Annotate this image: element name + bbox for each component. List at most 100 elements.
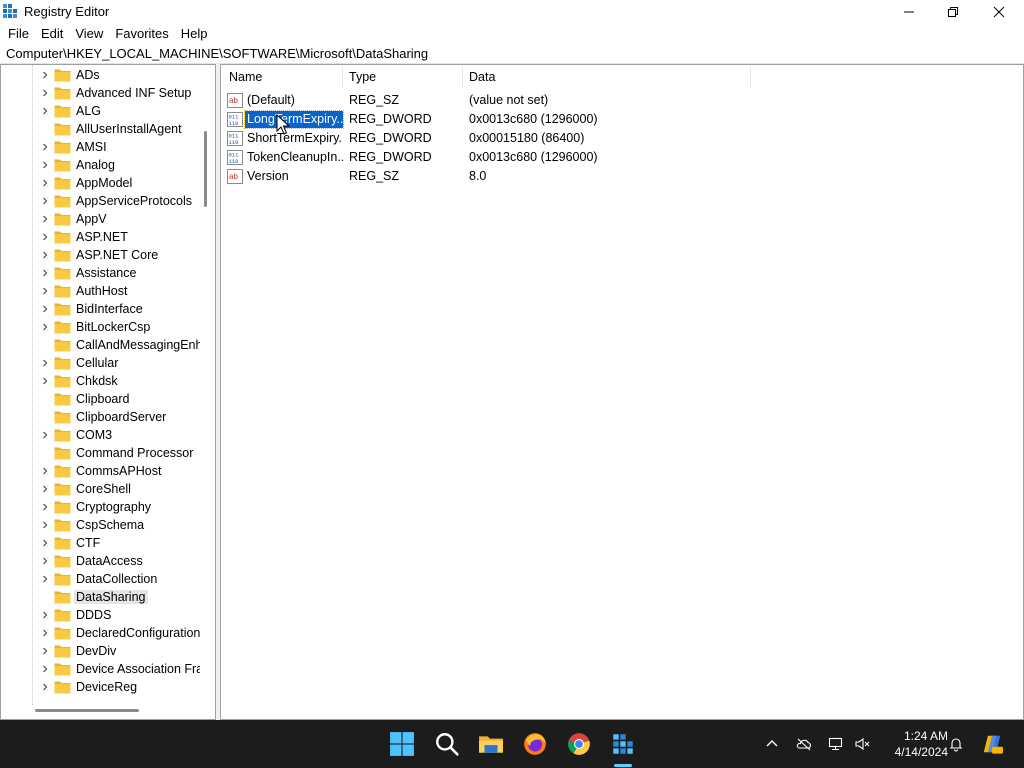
address-bar[interactable]: Computer\HKEY_LOCAL_MACHINE\SOFTWARE\Mic…: [0, 44, 1024, 64]
registry-editor-taskbar-button[interactable]: [607, 728, 639, 760]
chevron-right-icon[interactable]: [41, 665, 49, 673]
volume-tray-button[interactable]: [852, 734, 872, 754]
tree-item[interactable]: Cryptography: [1, 498, 201, 516]
chevron-right-icon[interactable]: [41, 575, 49, 583]
menu-file[interactable]: File: [2, 25, 35, 43]
tree-item[interactable]: Device Association Frar: [1, 660, 201, 678]
tree-item[interactable]: AppServiceProtocols: [1, 192, 201, 210]
chevron-right-icon[interactable]: [41, 251, 49, 259]
tree-item[interactable]: Assistance: [1, 264, 201, 282]
chevron-right-icon[interactable]: [41, 683, 49, 691]
chevron-right-icon[interactable]: [41, 611, 49, 619]
notifications-button[interactable]: [946, 734, 966, 754]
tree-item[interactable]: Chkdsk: [1, 372, 201, 390]
tree-item[interactable]: ASP.NET: [1, 228, 201, 246]
firefox-button[interactable]: [519, 728, 551, 760]
value-row[interactable]: 011 110 ShortTermExpiry... REG_DWORD 0x00015…: [225, 129, 985, 148]
tree-item[interactable]: DataAccess: [1, 552, 201, 570]
value-row[interactable]: ab (Default) REG_SZ (value not set): [225, 91, 985, 110]
chevron-right-icon[interactable]: [41, 71, 49, 79]
chevron-right-icon[interactable]: [41, 233, 49, 241]
tree-item[interactable]: CTF: [1, 534, 201, 552]
tree-item[interactable]: DevDiv: [1, 642, 201, 660]
tree-item[interactable]: CallAndMessagingEnha: [1, 336, 201, 354]
chevron-right-icon[interactable]: [41, 161, 49, 169]
tree-item[interactable]: AuthHost: [1, 282, 201, 300]
tree-horizontal-scrollbar[interactable]: [35, 709, 139, 712]
tree-item[interactable]: DeclaredConfiguration: [1, 624, 201, 642]
tree-item[interactable]: DeviceReg: [1, 678, 201, 696]
chevron-right-icon[interactable]: [41, 431, 49, 439]
chevron-right-icon[interactable]: [41, 107, 49, 115]
chevron-right-icon[interactable]: [41, 647, 49, 655]
tree-item[interactable]: DDDS: [1, 606, 201, 624]
minimize-button[interactable]: [886, 0, 932, 24]
tree-item[interactable]: Advanced INF Setup: [1, 84, 201, 102]
tree-item[interactable]: DataCollection: [1, 570, 201, 588]
system-clock[interactable]: 1:24 AM 4/14/2024: [878, 728, 948, 760]
chevron-right-icon[interactable]: [41, 629, 49, 637]
key-tree-pane[interactable]: ADs Advanced INF Setup ALG AllUserInstallAg…: [0, 64, 216, 720]
tree-item[interactable]: AMSI: [1, 138, 201, 156]
file-explorer-button[interactable]: [475, 728, 507, 760]
onedrive-tray-button[interactable]: [794, 734, 814, 754]
tree-item[interactable]: BidInterface: [1, 300, 201, 318]
chevron-right-icon[interactable]: [41, 359, 49, 367]
tree-item[interactable]: CommsAPHost: [1, 462, 201, 480]
menu-view[interactable]: View: [69, 25, 109, 43]
value-row[interactable]: ab Version REG_SZ 8.0: [225, 167, 985, 186]
tree-item[interactable]: CspSchema: [1, 516, 201, 534]
tree-item[interactable]: CoreShell: [1, 480, 201, 498]
tree-vertical-scrollbar[interactable]: [204, 131, 207, 207]
tree-item[interactable]: AppV: [1, 210, 201, 228]
chevron-right-icon[interactable]: [41, 197, 49, 205]
chevron-right-icon[interactable]: [41, 503, 49, 511]
tree-item[interactable]: Command Processor: [1, 444, 201, 462]
menu-help[interactable]: Help: [175, 25, 214, 43]
tree-item[interactable]: Cellular: [1, 354, 201, 372]
column-separator[interactable]: [342, 67, 343, 87]
chevron-right-icon[interactable]: [41, 89, 49, 97]
value-row[interactable]: 011 110 LongTermExpiry... REG_DWORD 0x0013c6…: [225, 110, 985, 129]
column-separator[interactable]: [750, 67, 751, 87]
show-hidden-icons-button[interactable]: [762, 734, 782, 754]
chevron-right-icon[interactable]: [41, 521, 49, 529]
restore-button[interactable]: [930, 0, 976, 24]
chevron-right-icon[interactable]: [41, 557, 49, 565]
close-button[interactable]: [976, 0, 1022, 24]
chrome-button[interactable]: [563, 728, 595, 760]
chevron-right-icon[interactable]: [41, 323, 49, 331]
network-tray-button[interactable]: [826, 734, 846, 754]
copilot-button[interactable]: [980, 732, 1004, 756]
tree-item[interactable]: Analog: [1, 156, 201, 174]
search-button[interactable]: [431, 728, 463, 760]
values-list-pane[interactable]: Name Type Data ab (Default) REG_SZ (value n…: [220, 64, 1024, 720]
chevron-right-icon[interactable]: [41, 287, 49, 295]
column-header-name[interactable]: Name: [229, 70, 262, 84]
column-header-data[interactable]: Data: [469, 70, 495, 84]
chevron-right-icon[interactable]: [41, 215, 49, 223]
column-header-type[interactable]: Type: [349, 70, 376, 84]
tree-item[interactable]: ALG: [1, 102, 201, 120]
chevron-right-icon[interactable]: [41, 143, 49, 151]
tree-item[interactable]: Clipboard: [1, 390, 201, 408]
tree-item[interactable]: DataSharing: [1, 588, 201, 606]
column-separator[interactable]: [462, 67, 463, 87]
start-button[interactable]: [386, 728, 418, 760]
tree-item[interactable]: BitLockerCsp: [1, 318, 201, 336]
menu-favorites[interactable]: Favorites: [109, 25, 174, 43]
tree-item[interactable]: ClipboardServer: [1, 408, 201, 426]
chevron-right-icon[interactable]: [41, 467, 49, 475]
tree-item[interactable]: AppModel: [1, 174, 201, 192]
chevron-right-icon[interactable]: [41, 377, 49, 385]
value-row[interactable]: 011 110 TokenCleanupIn... REG_DWORD 0x0013c6…: [225, 148, 985, 167]
chevron-right-icon[interactable]: [41, 485, 49, 493]
chevron-right-icon[interactable]: [41, 305, 49, 313]
chevron-right-icon[interactable]: [41, 179, 49, 187]
tree-item[interactable]: ADs: [1, 66, 201, 84]
tree-item[interactable]: COM3: [1, 426, 201, 444]
tree-item[interactable]: ASP.NET Core: [1, 246, 201, 264]
chevron-right-icon[interactable]: [41, 539, 49, 547]
tree-item[interactable]: AllUserInstallAgent: [1, 120, 201, 138]
chevron-right-icon[interactable]: [41, 269, 49, 277]
